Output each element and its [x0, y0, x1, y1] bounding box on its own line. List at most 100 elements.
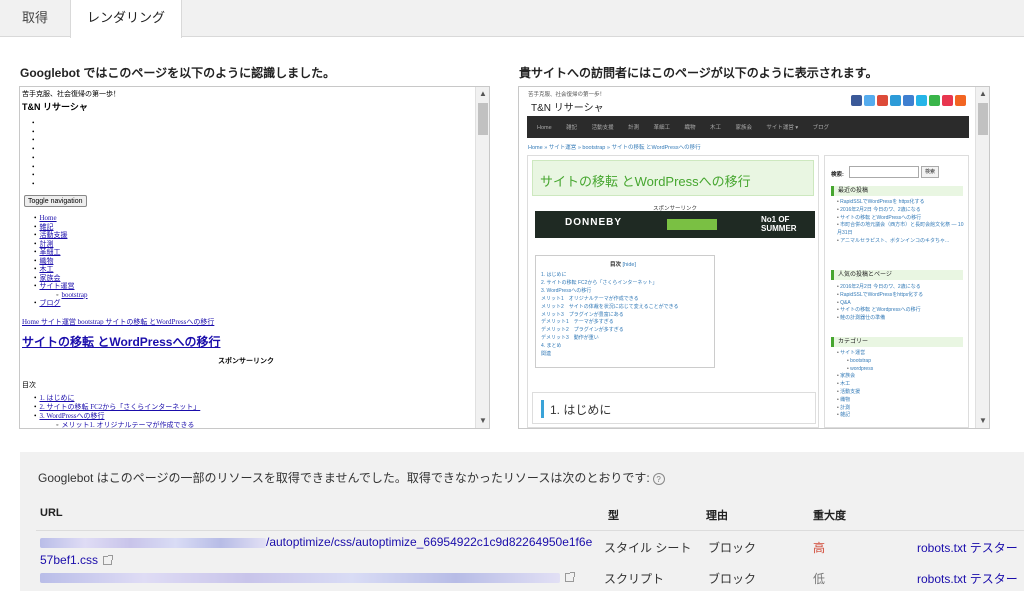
- vs-page-title: サイトの移転 とWordPressへの移行: [540, 174, 751, 189]
- help-icon[interactable]: ?: [652, 472, 665, 485]
- pinterest-icon[interactable]: [942, 95, 953, 106]
- vs-side-item[interactable]: 雑記: [837, 412, 965, 420]
- gb-toc-item[interactable]: 1. はじめに: [34, 394, 200, 403]
- facebook-icon[interactable]: [851, 95, 862, 106]
- vs-side-item[interactable]: 家族会: [837, 373, 965, 381]
- tab-fetch[interactable]: 取得: [0, 0, 70, 37]
- vs-title-bar: サイトの移転 とWordPressへの移行: [532, 160, 814, 196]
- vs-nav-item[interactable]: 計測: [628, 117, 639, 139]
- vs-section-heading-box: 1. はじめに: [532, 392, 816, 424]
- vs-breadcrumb[interactable]: Home » サイト運営 » bootstrap » サイトの移転 とWordP…: [528, 143, 701, 151]
- gb-empty-bullets: • • • • • • • •: [32, 119, 35, 188]
- vs-toc-item[interactable]: デメリット3 動作が重い: [541, 335, 679, 343]
- twitter-icon[interactable]: [864, 95, 875, 106]
- vs-sidebar: 検索: 検索 最近の投稿 RapidSSLでWordPressを https化す…: [824, 155, 969, 428]
- gb-toggle-navigation-button[interactable]: Toggle navigation: [24, 195, 87, 207]
- gb-nav-subitem[interactable]: bootstrap: [34, 291, 87, 300]
- scroll-up-icon[interactable]: ▲: [976, 87, 989, 101]
- vs-nav-item[interactable]: 織物: [685, 117, 696, 139]
- gb-nav-item[interactable]: 計測: [34, 240, 88, 249]
- vs-toc-item[interactable]: 関連: [541, 351, 679, 359]
- section-accent-bar: [541, 400, 544, 418]
- scroll-up-icon[interactable]: ▲: [476, 87, 489, 101]
- hatena-icon[interactable]: [890, 95, 901, 106]
- vs-side-subitem[interactable]: bootstrap: [837, 358, 965, 366]
- vs-ad-banner[interactable]: DONNEBY No1 OF SUMMER: [535, 211, 815, 238]
- vs-site-title: T&N リサーシャ: [531, 103, 604, 114]
- vs-side-item[interactable]: 織物: [837, 397, 965, 405]
- gb-nav-item[interactable]: Home: [34, 214, 88, 223]
- gb-toc-item[interactable]: 2. サイトの移転 FC2から「さくらインターネット」: [34, 403, 200, 412]
- vs-toc-item[interactable]: メリット2 サイトの体裁を状況に応じて変えることができる: [541, 304, 679, 312]
- vs-side-item[interactable]: RapidSSLでWordPressを https化する: [837, 199, 965, 207]
- vs-nav-item[interactable]: 雑記: [566, 117, 577, 139]
- column-header-url: URL: [40, 507, 63, 519]
- gb-nav-item[interactable]: 雑記: [34, 223, 88, 232]
- vs-toc-item[interactable]: 3. WordPressへの移行: [541, 288, 679, 296]
- visitor-frame-scrollbar[interactable]: ▲ ▼: [975, 87, 989, 428]
- robots-tester-link[interactable]: robots.txt テスター: [917, 570, 1018, 587]
- vs-side-item[interactable]: 木工: [837, 381, 965, 389]
- vs-side-item[interactable]: 活動支援: [837, 389, 965, 397]
- googlebot-frame-scrollbar[interactable]: ▲ ▼: [475, 87, 489, 428]
- pocket-icon[interactable]: [903, 95, 914, 106]
- vs-side-item[interactable]: 計測: [837, 405, 965, 413]
- robots-tester-link[interactable]: robots.txt テスター: [917, 539, 1018, 556]
- line-icon[interactable]: [929, 95, 940, 106]
- vs-side-item[interactable]: 2016年2月2日 今日のワ、2歳になる: [837, 207, 965, 215]
- gb-nav-item[interactable]: 木工: [34, 265, 88, 274]
- vs-nav-item[interactable]: 革細工: [654, 117, 671, 139]
- external-link-icon[interactable]: [103, 555, 114, 566]
- table-row-reason: ブロック: [708, 572, 757, 586]
- vs-side-subitem[interactable]: wordpress: [837, 366, 965, 374]
- visitor-render-frame[interactable]: 苦手克服、社会復帰の第一歩！ T&N リサーシャ Home 雑記 活動支援 計測…: [518, 86, 990, 429]
- rss-icon[interactable]: [955, 95, 966, 106]
- scroll-down-icon[interactable]: ▼: [976, 414, 989, 428]
- feedly-icon[interactable]: [916, 95, 927, 106]
- blocked-resources-message: Googlebot はこのページの一部のリソースを取得できませんでした。取得でき…: [38, 469, 665, 486]
- gb-nav-item[interactable]: 家族会: [34, 274, 88, 283]
- vs-side-item[interactable]: サイト運営: [837, 350, 965, 358]
- vs-tagline: 苦手克服、社会復帰の第一歩！: [528, 92, 606, 98]
- vs-nav-item[interactable]: 家族会: [735, 117, 752, 139]
- vs-toc-item[interactable]: 1. はじめに: [541, 272, 679, 280]
- external-link-icon[interactable]: [565, 572, 575, 583]
- visitor-heading: 貴サイトへの訪問者にはこのページが以下のように表示されます。: [519, 66, 878, 80]
- vs-side-item[interactable]: 鮭の計測器仕の準備: [837, 315, 965, 323]
- vs-nav-item[interactable]: 活動支援: [592, 117, 614, 139]
- tab-rendering[interactable]: レンダリング: [70, 0, 182, 38]
- vs-nav-item[interactable]: ブログ: [813, 117, 830, 139]
- gb-toc-subitem[interactable]: メリット1. オリジナルテーマが作成できる: [34, 421, 200, 428]
- vs-toc-item[interactable]: 2. サイトの移転 FC2から「さくらインターネット」: [541, 280, 679, 288]
- vs-nav-item[interactable]: Home: [537, 117, 552, 139]
- vs-side-item[interactable]: アニマルセラピスト、ボタンインコのキタちゃ...: [837, 238, 965, 246]
- gb-nav-item[interactable]: 革細工: [34, 248, 88, 257]
- gb-breadcrumb[interactable]: Home サイト運営 bootstrap サイトの移転 とWordPressへの…: [22, 317, 214, 327]
- gb-nav-item[interactable]: 織物: [34, 257, 88, 266]
- scroll-down-icon[interactable]: ▼: [476, 414, 489, 428]
- gb-page-title[interactable]: サイトの移転 とWordPressへの移行: [22, 333, 220, 350]
- vs-search-input[interactable]: [849, 166, 919, 178]
- gb-nav-item[interactable]: ブログ: [34, 299, 88, 308]
- vs-side-item[interactable]: RapidSSLでWordPressをhttps化する: [837, 292, 965, 300]
- gb-toc-item[interactable]: 3. WordPressへの移行: [34, 412, 200, 421]
- vs-nav-item[interactable]: サイト運営 ▾: [766, 117, 798, 139]
- gb-site-title: T&N リサーシャ: [22, 102, 88, 112]
- ad-cta[interactable]: [667, 219, 717, 230]
- vs-nav-item[interactable]: 木工: [710, 117, 721, 139]
- vs-side-item[interactable]: 市町合併の地元議会（西方市）と長町会館文化祭 — 10月31日: [837, 222, 965, 238]
- gb-nav-item[interactable]: サイト運営: [34, 282, 88, 291]
- googlebot-render-frame[interactable]: 苦手克服、社会復帰の第一歩！ T&N リサーシャ • • • • • • • • Toggle…: [19, 86, 490, 429]
- gb-nav-item[interactable]: 活動支援: [34, 231, 88, 240]
- table-row-url[interactable]: /autoptimize/css/autoptimize_66954922c1c…: [40, 533, 600, 569]
- vs-toc-item[interactable]: メリット1 オリジナルテーマが作成できる: [541, 296, 679, 304]
- vs-side-item[interactable]: 2016年2月2日 今日のワ、2歳になる: [837, 284, 965, 292]
- vs-search-button[interactable]: 検索: [921, 166, 939, 178]
- google-plus-icon[interactable]: [877, 95, 888, 106]
- scroll-thumb[interactable]: [478, 103, 488, 135]
- table-row-url[interactable]: [40, 570, 600, 584]
- vs-toc-item[interactable]: 4. まとめ: [541, 343, 679, 351]
- vs-toc-hide-link[interactable]: [hide]: [623, 262, 636, 268]
- scroll-thumb[interactable]: [978, 103, 988, 135]
- vs-section-heading: 1. はじめに: [550, 403, 612, 417]
